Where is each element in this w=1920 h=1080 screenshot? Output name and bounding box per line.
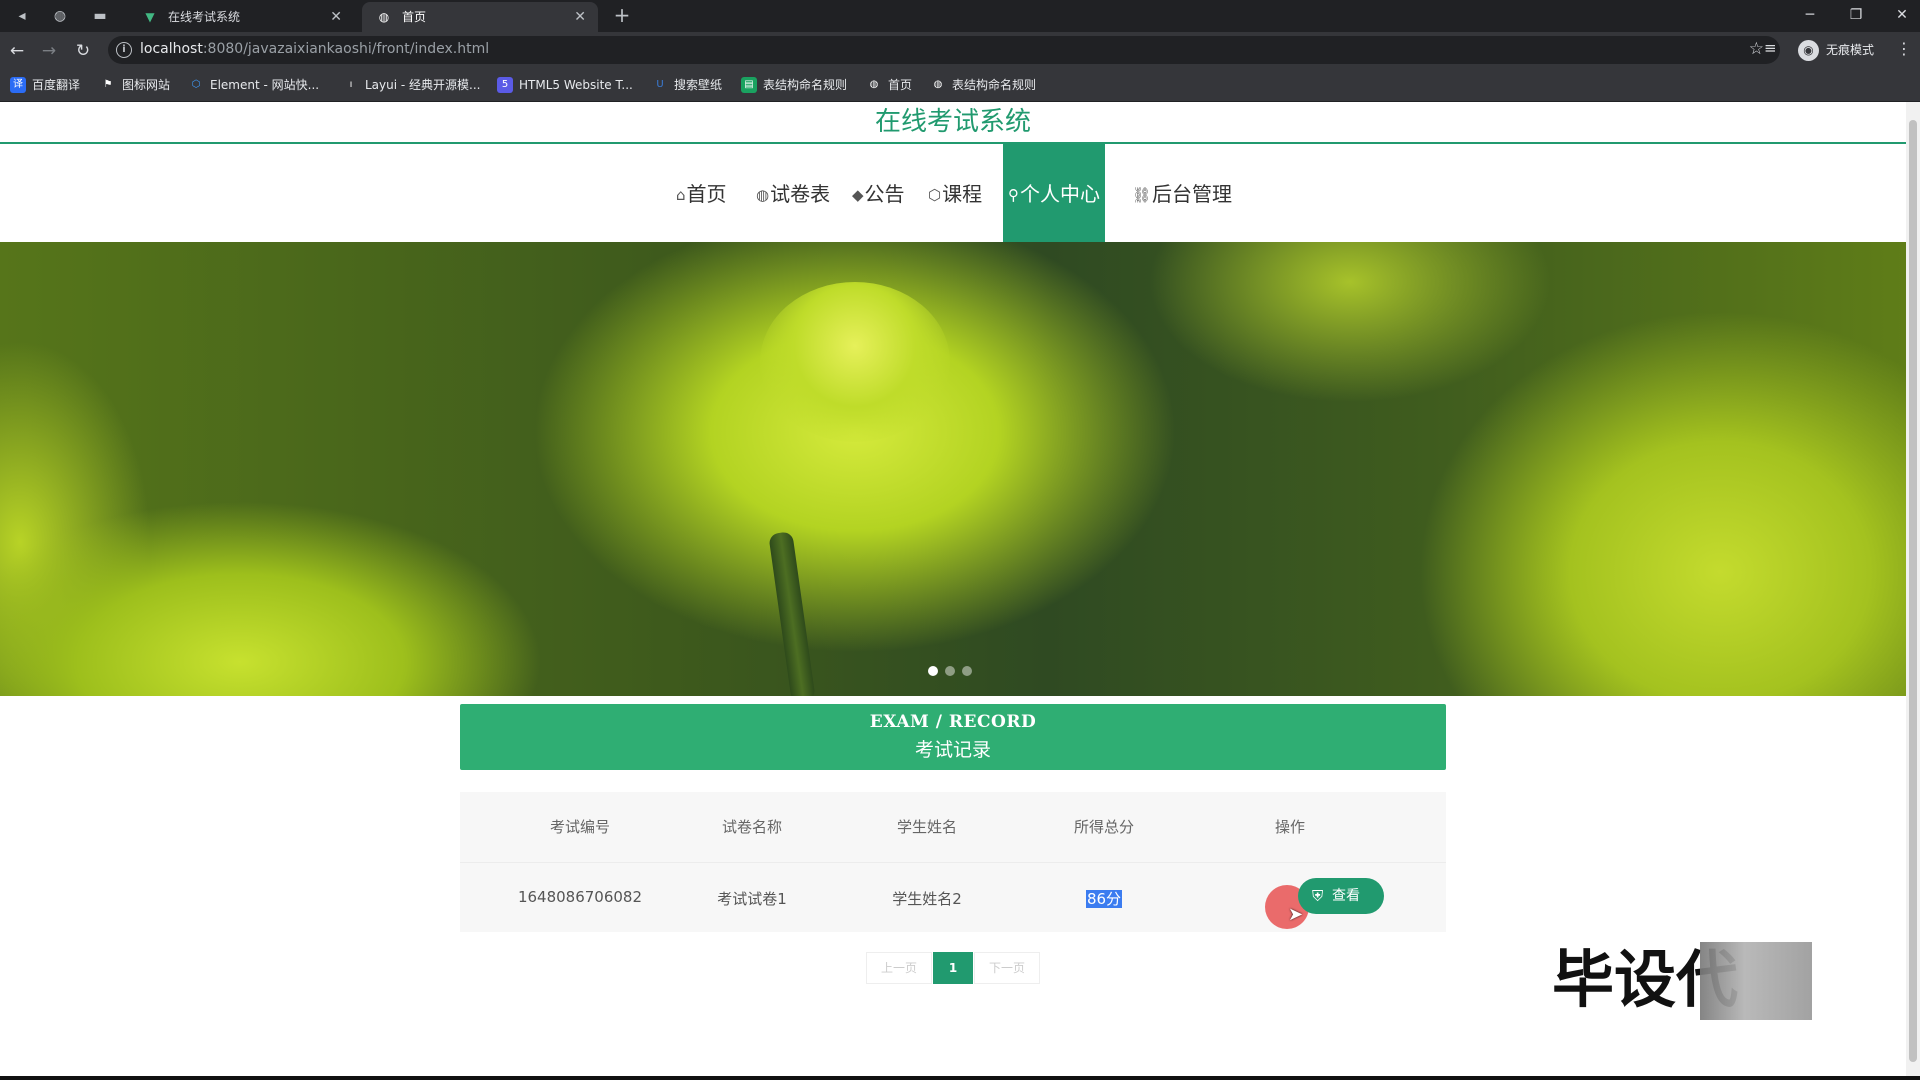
screen-bottom-edge	[0, 1076, 1920, 1080]
cell-student-name: 学生姓名2	[892, 890, 962, 908]
globe-icon: ◍	[869, 79, 879, 90]
link-icon: ⛓	[1132, 186, 1152, 204]
browser-tab[interactable]: ▼ 在线考试系统 ✕	[128, 2, 354, 32]
banner-carousel[interactable]	[0, 242, 1906, 696]
bookmark-item[interactable]: ◍ 首页	[866, 76, 912, 94]
page-number-button[interactable]: 1	[933, 952, 973, 984]
section-header: EXAM / RECORD 考试记录	[460, 704, 1446, 770]
nav-personal-center[interactable]: ⚲个人中心	[1003, 144, 1105, 244]
translate-icon: 译	[10, 77, 26, 93]
globe-icon: ◍	[756, 186, 770, 204]
graduation-cap-icon: ◆	[852, 186, 864, 204]
home-icon: ⌂	[676, 186, 686, 204]
carousel-dot[interactable]	[962, 666, 972, 676]
browser-toolbar: ← → ↻ i localhost:8080/javazaixiankaoshi…	[0, 32, 1920, 68]
bookmark-item[interactable]: ⬡ Element - 网站快...	[188, 76, 319, 94]
bookmark-item[interactable]: ▤ 表结构命名规则	[741, 76, 847, 94]
restore-icon[interactable]: ❐	[1842, 4, 1870, 26]
incognito-icon: ◉	[1798, 40, 1819, 61]
minimize-icon[interactable]: ─	[1796, 4, 1824, 26]
scrollbar-thumb[interactable]	[1909, 120, 1917, 1062]
mouse-cursor-icon: ➤	[1288, 904, 1304, 925]
cube-icon: ⬡	[928, 186, 942, 204]
nav-notices[interactable]: ◆公告	[852, 144, 905, 244]
reload-icon[interactable]: ↻	[72, 40, 94, 62]
column-header: 所得总分	[1073, 818, 1134, 836]
window-icon[interactable]: ▬	[90, 6, 110, 26]
carousel-indicators	[928, 666, 982, 678]
bookmark-star-icon[interactable]: ☆	[1749, 39, 1764, 59]
incognito-profile[interactable]: ◉ 无痕模式	[1796, 37, 1874, 63]
nav-papers[interactable]: ◍试卷表	[756, 144, 830, 244]
carousel-dot[interactable]	[945, 666, 955, 676]
prev-page-button[interactable]: 上一页	[866, 952, 932, 984]
close-tab-icon[interactable]: ✕	[574, 2, 586, 32]
nav-home[interactable]: ⌂首页	[676, 144, 727, 244]
page-viewport: 在线考试系统 ⌂首页 ◍试卷表 ◆公告 ⬡课程 ⚲个人中心 ⛓后台管理 EXAM…	[0, 102, 1920, 1076]
browser-tab-bar: ◂ ◍ ▬ ▼ 在线考试系统 ✕ ◍ 首页 ✕ + ─ ❐ ✕	[0, 0, 1920, 32]
wallpaper-icon: U	[656, 79, 664, 90]
main-nav: ⌂首页 ◍试卷表 ◆公告 ⬡课程 ⚲个人中心 ⛓后台管理	[0, 144, 1906, 244]
reading-list-icon[interactable]: ≡	[1764, 39, 1777, 57]
column-header: 学生姓名	[896, 818, 957, 836]
shield-check-icon: ⛨	[1312, 887, 1324, 905]
forward-icon[interactable]: →	[38, 40, 60, 62]
new-tab-icon[interactable]: +	[612, 5, 632, 26]
browser-tab-active[interactable]: ◍ 首页 ✕	[362, 2, 598, 32]
row-divider	[460, 862, 1446, 863]
bookmark-item[interactable]: ◍ 表结构命名规则	[930, 76, 1036, 94]
globe-icon: ◍	[933, 79, 943, 90]
bookmark-item[interactable]: ⚑ 图标网站	[100, 76, 171, 94]
bookmark-item[interactable]: 5 HTML5 Website T...	[497, 76, 633, 94]
globe-icon: ◍	[378, 10, 390, 24]
bookmarks-bar: 译百度翻译 ⚑ 图标网站 ⬡ Element - 网站快... ı Layui - 经…	[0, 68, 1920, 102]
html5-icon: 5	[497, 77, 513, 93]
address-bar[interactable]: i localhost:8080/javazaixiankaoshi/front…	[108, 36, 1780, 64]
close-window-icon[interactable]: ✕	[1888, 4, 1916, 26]
next-page-button[interactable]: 下一页	[974, 952, 1040, 984]
flag-icon: ⚑	[103, 79, 113, 90]
site-title: 在线考试系统	[874, 107, 1031, 137]
exam-record-table: 考试编号 试卷名称 学生姓名 所得总分 操作 1648086706082 考试试…	[460, 792, 1446, 932]
element-icon: ⬡	[191, 79, 201, 90]
info-icon[interactable]: i	[116, 42, 132, 58]
cell-score: 86分	[1054, 888, 1154, 909]
sheet-icon: ▤	[741, 77, 757, 93]
bookmark-item[interactable]: 译百度翻译	[10, 76, 80, 94]
url-text[interactable]: localhost:8080/javazaixiankaoshi/front/i…	[140, 41, 489, 57]
blurred-area	[1700, 942, 1812, 1020]
user-icon: ⚲	[1008, 186, 1019, 204]
menu-icon[interactable]: ⋮	[1896, 39, 1912, 58]
back-tab-icon[interactable]: ◂	[12, 6, 32, 26]
cell-exam-id: 1648086706082	[517, 888, 643, 906]
close-tab-icon[interactable]: ✕	[330, 2, 342, 32]
nav-courses[interactable]: ⬡课程	[928, 144, 982, 244]
vue-icon: ▼	[145, 10, 155, 24]
carousel-dot[interactable]	[928, 666, 938, 676]
bookmark-item[interactable]: U 搜索壁纸	[652, 76, 722, 94]
column-header: 考试编号	[549, 818, 610, 836]
layui-icon: ı	[349, 79, 353, 90]
flower-image	[760, 282, 950, 442]
tab-title: 在线考试系统	[168, 10, 241, 24]
globe-icon[interactable]: ◍	[50, 6, 70, 26]
score-value: 86分	[1085, 890, 1123, 908]
column-header: 操作	[1274, 818, 1305, 836]
view-button[interactable]: ⛨ 查看	[1298, 878, 1384, 914]
bookmark-item[interactable]: ı Layui - 经典开源模...	[343, 76, 481, 94]
nav-admin[interactable]: ⛓后台管理	[1132, 144, 1232, 244]
section-title-cn: 考试记录	[914, 739, 991, 761]
back-icon[interactable]: ←	[6, 40, 28, 62]
tab-title: 首页	[402, 10, 427, 24]
vertical-scrollbar[interactable]	[1906, 102, 1920, 1076]
column-header: 试卷名称	[721, 818, 782, 836]
watermark: 毕设代	[1552, 940, 1812, 1020]
flower-stem-image	[768, 531, 816, 696]
cell-paper-name: 考试试卷1	[717, 890, 787, 908]
section-title-en: EXAM / RECORD	[869, 712, 1037, 732]
